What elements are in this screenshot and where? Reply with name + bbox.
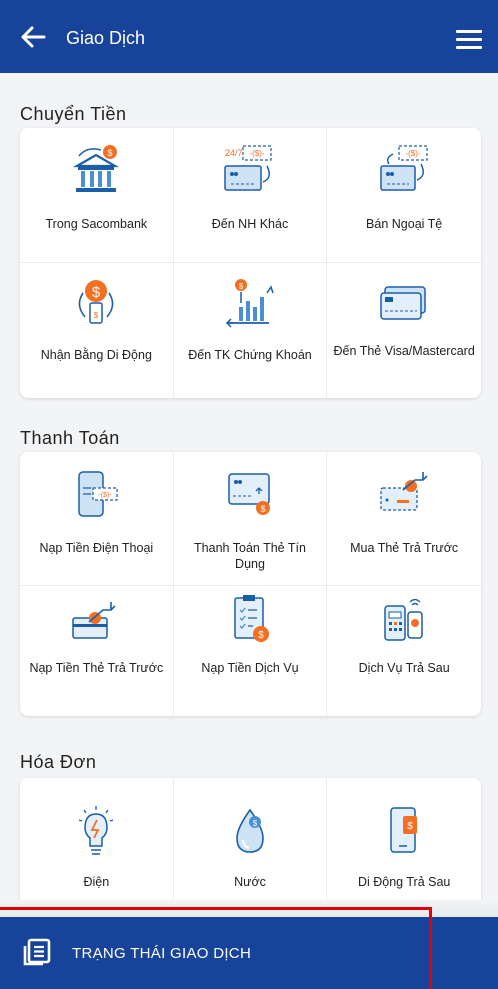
tile-den-tk-chung-khoan[interactable]: $ Đến TK Chứng Khoán: [174, 263, 328, 398]
bank-transfer-icon: $: [73, 145, 120, 192]
tile-mua-the-tra-truoc[interactable]: Mua Thẻ Trả Trước: [327, 452, 481, 586]
svg-text:-($)-: -($)-: [249, 149, 264, 158]
svg-text:$: $: [239, 282, 244, 291]
tile-den-the-visa[interactable]: Đến Thẻ Visa/Mastercard: [327, 263, 481, 398]
section-title-bills: Hóa Đơn: [20, 752, 97, 772]
svg-text:24/7: 24/7: [225, 148, 243, 158]
tile-nhan-bang-di-dong[interactable]: $ $ Nhận Bằng Di Động: [20, 263, 174, 398]
svg-text:$: $: [94, 311, 99, 320]
mobile-postpaid-icon: $: [390, 807, 418, 853]
svg-text:$: $: [92, 284, 101, 301]
transaction-status-bar[interactable]: TRẠNG THÁI GIAO DỊCH: [0, 917, 498, 989]
transfer-card: $ Trong Sacombank 24/7 -($)- Đến NH Khác…: [20, 128, 481, 398]
securities-account-icon: $: [225, 279, 274, 328]
payment-card: -($)- Nạp Tiền Điện Thoại $ Thanh Toán T…: [20, 452, 481, 716]
phone-topup-icon: -($)-: [78, 471, 118, 517]
app-header: Giao Dịch: [0, 0, 498, 73]
scroll-fade: [0, 900, 498, 917]
svg-text:-($)-: -($)-: [99, 492, 113, 499]
svg-text:$: $: [253, 819, 258, 828]
section-title-payment: Thanh Toán: [20, 428, 120, 448]
tile-nap-tien-dich-vu[interactable]: $ Nạp Tiền Dịch Vụ: [174, 586, 328, 716]
visa-card-icon: [380, 286, 426, 320]
credit-card-payment-icon: $: [228, 473, 270, 515]
mobile-receive-icon: $ $: [79, 280, 114, 324]
page-title: Giao Dịch: [66, 28, 146, 48]
document-list-icon: [23, 938, 51, 966]
svg-text:$: $: [260, 504, 265, 514]
back-arrow-icon[interactable]: [18, 22, 48, 52]
section-title-transfer: Chuyển Tiền: [20, 104, 127, 124]
tile-ban-ngoai-te[interactable]: -($)- Bán Ngoại Tệ: [327, 128, 481, 263]
water-icon: $: [236, 808, 264, 853]
prepaid-card-buy-icon: [380, 472, 428, 511]
svg-text:-($)-: -($)-: [406, 149, 421, 158]
tile-thanh-toan-the-tin-dung[interactable]: $ Thanh Toán Thẻ Tín Dụng: [173, 452, 328, 586]
tile-den-nh-khac[interactable]: 24/7 -($)- Đến NH Khác: [173, 128, 328, 263]
postpaid-service-icon: [384, 598, 423, 641]
svg-text:$: $: [258, 630, 264, 641]
hamburger-menu-icon[interactable]: [456, 30, 482, 50]
svg-text:$: $: [407, 821, 413, 832]
service-topup-icon: $: [234, 595, 269, 642]
tile-nap-tien-dien-thoai[interactable]: -($)- Nạp Tiền Điện Thoại: [20, 452, 174, 586]
interbank-card-icon: 24/7 -($)-: [224, 145, 272, 191]
transaction-status-label: TRẠNG THÁI GIAO DỊCH: [72, 945, 252, 962]
foreign-currency-icon: -($)-: [380, 145, 428, 191]
tile-trong-sacombank[interactable]: $ Trong Sacombank: [20, 128, 174, 263]
prepaid-card-topup-icon: [72, 602, 116, 639]
electricity-icon: [79, 806, 114, 855]
tile-nap-tien-the-tra-truoc[interactable]: Nạp Tiền Thẻ Trả Trước: [20, 586, 174, 716]
svg-text:$: $: [108, 148, 113, 158]
tile-dich-vu-tra-sau[interactable]: Dịch Vụ Trả Sau: [327, 586, 481, 716]
